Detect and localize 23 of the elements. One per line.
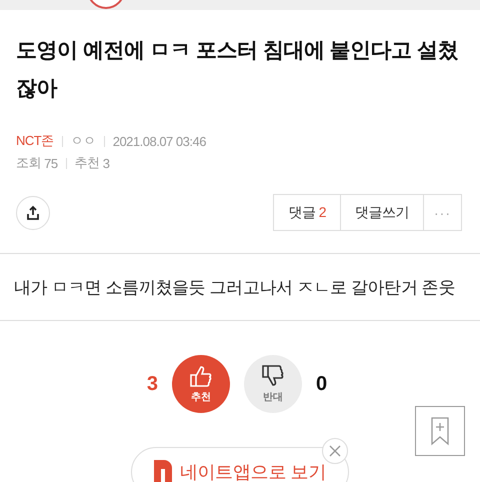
recommend-label: 추천 [74, 154, 100, 172]
open-in-app-button[interactable]: 네이트앱으로 보기 [131, 447, 349, 482]
post-date: 2021.08.07 03:46 [112, 134, 206, 148]
share-icon [25, 204, 41, 220]
downvote-count: 0 [316, 372, 328, 396]
bookmark-button[interactable] [415, 406, 465, 456]
post-body: 내가 ㅁㅋ면 소름끼쳤을듯 그러고나서 ㅈㄴ로 갈아탄거 존웃 [0, 254, 480, 321]
thumbs-up-icon [188, 364, 214, 388]
bookmark-plus-icon [430, 416, 450, 446]
share-button[interactable] [16, 196, 50, 230]
thumbs-down-icon [260, 364, 286, 388]
app-logo-icon [154, 460, 172, 482]
close-icon [329, 445, 341, 457]
upvote-button[interactable]: 추천 [172, 355, 230, 413]
recommend-count: 3 [102, 156, 110, 170]
author-name: ㅇㅇ [70, 132, 96, 150]
views-count: 75 [44, 156, 58, 170]
post-title: 도영이 예전에 ㅁㅋ 포스터 침대에 붙인다고 설쳤잖아 [16, 38, 460, 102]
upvote-count: 3 [146, 372, 158, 396]
board-link[interactable]: NCT존 [16, 132, 54, 150]
downvote-button[interactable]: 반대 [244, 355, 302, 413]
views-label: 조회 [16, 154, 41, 172]
close-button[interactable] [322, 438, 348, 464]
